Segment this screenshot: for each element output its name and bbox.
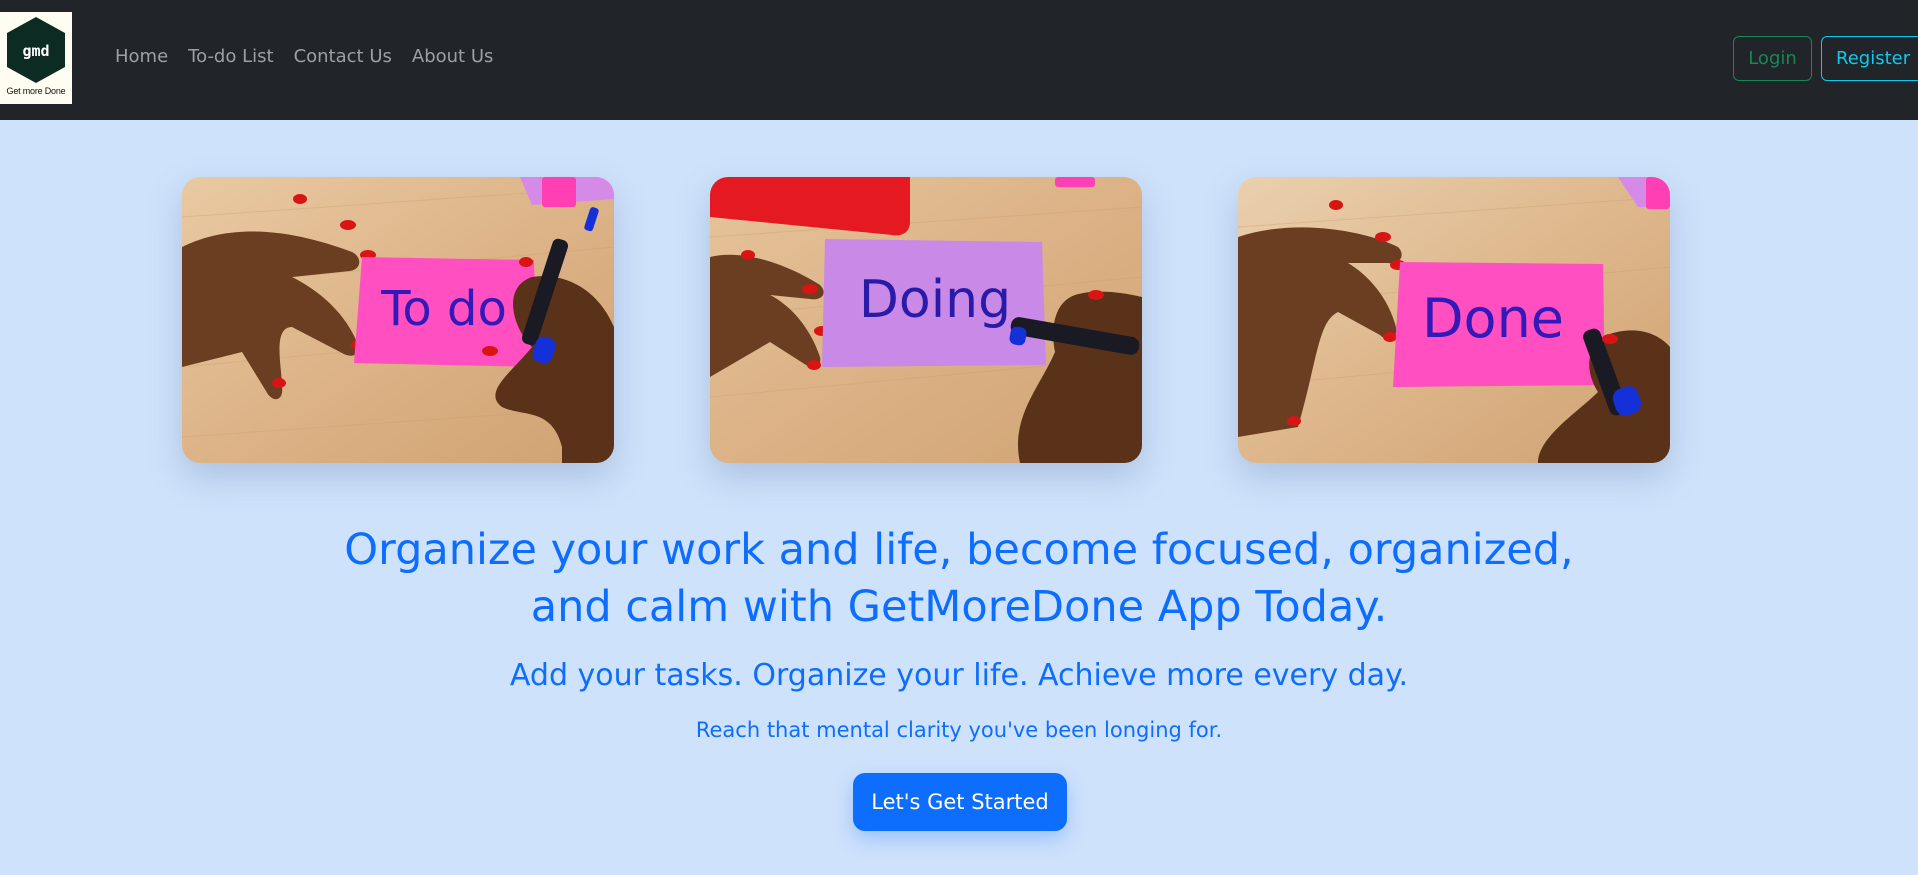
- brand-logo[interactable]: gmd Get more Done: [0, 12, 72, 104]
- todo-image-card: To do: [182, 177, 614, 463]
- doing-note-text: Doing: [859, 270, 1011, 330]
- hero-title-line-2: and calm with GetMoreDone App Today.: [530, 582, 1388, 632]
- hero-title: Organize your work and life, become focu…: [0, 522, 1918, 636]
- todo-note-text: To do: [380, 281, 507, 337]
- nav-link-home[interactable]: Home: [115, 46, 168, 67]
- done-sticky-note-image: Done: [1238, 177, 1670, 463]
- hexagon-logo-icon: gmd: [7, 17, 65, 83]
- doing-image-card: Doing: [710, 177, 1142, 463]
- register-button[interactable]: Register: [1821, 36, 1918, 81]
- todo-sticky-note-image: To do: [182, 177, 614, 463]
- logo-text: gmd: [22, 42, 49, 60]
- hero-subtitle: Add your tasks. Organize your life. Achi…: [509, 658, 1409, 693]
- hero-title-line-1: Organize your work and life, become focu…: [344, 525, 1574, 575]
- login-button[interactable]: Login: [1733, 36, 1812, 81]
- navbar: gmd Get more Done Home To-do List Contac…: [0, 0, 1918, 120]
- hero-description: Reach that mental clarity you've been lo…: [695, 718, 1223, 742]
- nav-link-todo-list[interactable]: To-do List: [188, 46, 273, 67]
- doing-sticky-note-image: Doing: [710, 177, 1142, 463]
- nav-link-about-us[interactable]: About Us: [412, 46, 494, 67]
- nav-link-contact-us[interactable]: Contact Us: [294, 46, 392, 67]
- main-nav: Home To-do List Contact Us About Us: [115, 46, 493, 67]
- logo-tagline: Get more Done: [6, 86, 66, 96]
- done-note-text: Done: [1422, 287, 1564, 350]
- get-started-button[interactable]: Let's Get Started: [853, 773, 1067, 831]
- done-image-card: Done: [1238, 177, 1670, 463]
